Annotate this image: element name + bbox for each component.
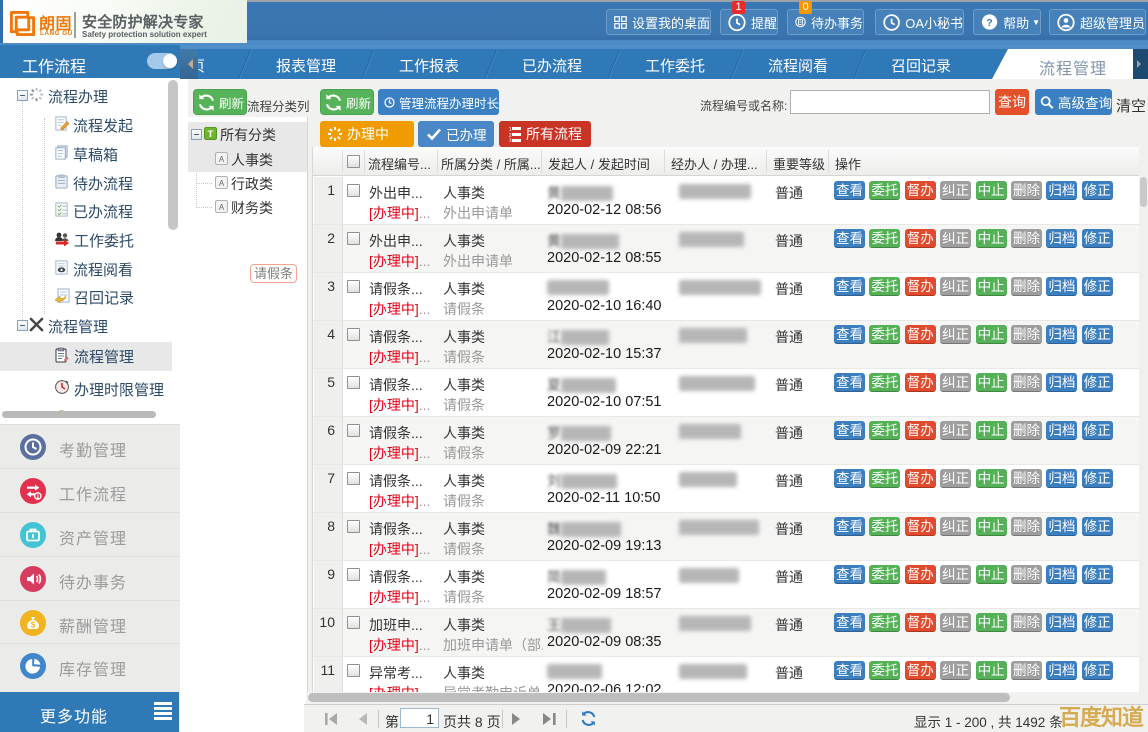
svg-text:?: ? — [986, 18, 992, 29]
svg-text:A: A — [219, 178, 225, 187]
svg-text:T: T — [208, 128, 214, 138]
svg-text:A: A — [219, 202, 225, 211]
svg-text:$: $ — [31, 621, 36, 630]
svg-text:3: 3 — [509, 139, 512, 143]
svg-text:A: A — [219, 154, 225, 163]
